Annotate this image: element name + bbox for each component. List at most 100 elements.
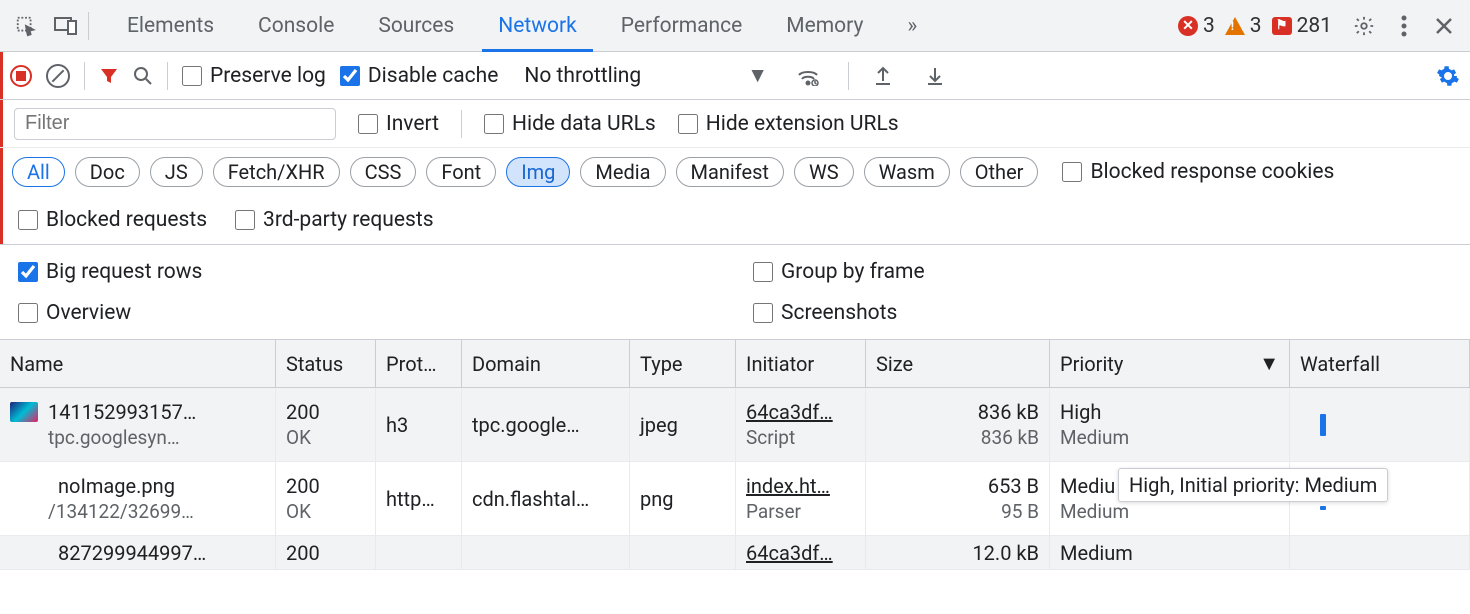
tab-elements[interactable]: Elements — [105, 0, 236, 52]
more-tabs-button[interactable]: » — [885, 0, 939, 52]
table-row[interactable]: 827299944997… 200 64ca3df… 12.0 kB Mediu… — [0, 536, 1470, 570]
chip-media[interactable]: Media — [580, 157, 665, 187]
type-filter-chips: All Doc JS Fetch/XHR CSS Font Img Media … — [0, 148, 1470, 196]
hide-data-urls-checkbox[interactable]: Hide data URLs — [484, 112, 656, 136]
cell-name: noImage.png /134122/32699… — [0, 462, 276, 535]
separator — [461, 110, 462, 138]
header-waterfall[interactable]: Waterfall — [1290, 340, 1470, 387]
settings-gear-icon[interactable] — [1346, 8, 1382, 44]
cell-initiator: 64ca3df… — [736, 536, 866, 569]
close-icon[interactable] — [1426, 8, 1462, 44]
chip-all[interactable]: All — [12, 157, 65, 187]
separator — [848, 62, 849, 90]
errors-badge[interactable]: ✕3 — [1178, 14, 1215, 38]
cell-priority: HighMedium — [1050, 388, 1290, 461]
cell-domain: cdn.flashtal… — [462, 462, 630, 535]
invert-checkbox[interactable]: Invert — [358, 112, 439, 136]
cell-status: 200 — [276, 536, 376, 569]
cell-domain: tpc.google… — [462, 388, 630, 461]
header-name[interactable]: Name — [0, 340, 276, 387]
waterfall-bar — [1320, 414, 1326, 436]
cell-protocol: h3 — [376, 388, 462, 461]
chip-fetch-xhr[interactable]: Fetch/XHR — [213, 157, 340, 187]
network-conditions-icon[interactable] — [796, 66, 820, 86]
status-badges: ✕3 !3 ⚑281 — [1178, 14, 1332, 38]
cell-status: 200OK — [276, 462, 376, 535]
inspect-icon[interactable] — [8, 8, 44, 44]
filter-bar: Invert Hide data URLs Hide extension URL… — [0, 100, 1470, 148]
search-icon[interactable] — [133, 66, 153, 86]
cell-type: png — [630, 462, 736, 535]
chip-img[interactable]: Img — [506, 157, 570, 187]
errors-count: 3 — [1203, 14, 1215, 38]
header-protocol[interactable]: Prot… — [376, 340, 462, 387]
filter-options-row: Blocked requests 3rd-party requests — [0, 196, 1470, 244]
cell-size: 653 B95 B — [866, 462, 1050, 535]
network-settings-icon[interactable] — [1436, 64, 1460, 88]
network-toolbar: Preserve log Disable cache No throttling… — [0, 52, 1470, 100]
cell-status: 200OK — [276, 388, 376, 461]
third-party-checkbox[interactable]: 3rd-party requests — [235, 208, 433, 232]
cell-type — [630, 536, 736, 569]
cell-domain — [462, 536, 630, 569]
separator — [167, 62, 168, 90]
tab-memory[interactable]: Memory — [764, 0, 885, 52]
filter-input[interactable] — [14, 108, 336, 140]
table-header: Name Status Prot… Domain Type Initiator … — [0, 340, 1470, 388]
group-by-frame-checkbox[interactable]: Group by frame — [753, 260, 1470, 284]
big-rows-checkbox[interactable]: Big request rows — [18, 260, 735, 284]
record-button[interactable] — [10, 65, 32, 87]
device-toggle-icon[interactable] — [48, 8, 84, 44]
tab-sources[interactable]: Sources — [356, 0, 476, 52]
cell-initiator: index.ht…Parser — [736, 462, 866, 535]
blocked-requests-checkbox[interactable]: Blocked requests — [18, 208, 207, 232]
chip-css[interactable]: CSS — [350, 157, 417, 187]
tab-network[interactable]: Network — [476, 0, 599, 52]
cell-name: 141152993157… tpc.googlesyn… — [0, 388, 276, 461]
header-size[interactable]: Size — [866, 340, 1050, 387]
table-row[interactable]: noImage.png /134122/32699… 200OK http… c… — [0, 462, 1470, 536]
upload-har-icon[interactable] — [873, 65, 893, 87]
throttling-select[interactable]: No throttling — [512, 64, 653, 88]
header-domain[interactable]: Domain — [462, 340, 630, 387]
issues-badge[interactable]: ⚑281 — [1272, 14, 1332, 38]
separator — [84, 62, 85, 90]
view-options: Big request rows Group by frame Overview… — [0, 244, 1470, 340]
cell-protocol — [376, 536, 462, 569]
separator — [88, 12, 89, 40]
warnings-count: 3 — [1250, 14, 1262, 38]
chip-ws[interactable]: WS — [794, 157, 854, 187]
clear-button[interactable] — [46, 64, 70, 88]
hide-extension-urls-checkbox[interactable]: Hide extension URLs — [678, 112, 899, 136]
cell-size: 836 kB836 kB — [866, 388, 1050, 461]
chip-other[interactable]: Other — [960, 157, 1039, 187]
cell-type: jpeg — [630, 388, 736, 461]
more-menu-icon[interactable] — [1386, 8, 1422, 44]
chip-font[interactable]: Font — [426, 157, 496, 187]
chip-manifest[interactable]: Manifest — [676, 157, 784, 187]
header-priority[interactable]: Priority▼ — [1050, 340, 1290, 387]
preserve-log-checkbox[interactable]: Preserve log — [182, 64, 326, 88]
table-row[interactable]: 141152993157… tpc.googlesyn… 200OK h3 tp… — [0, 388, 1470, 462]
disable-cache-checkbox[interactable]: Disable cache — [340, 64, 499, 88]
chip-doc[interactable]: Doc — [75, 157, 140, 187]
chip-wasm[interactable]: Wasm — [864, 157, 950, 187]
tab-console[interactable]: Console — [236, 0, 356, 52]
header-status[interactable]: Status — [276, 340, 376, 387]
header-type[interactable]: Type — [630, 340, 736, 387]
cell-name: 827299944997… — [0, 536, 276, 569]
warnings-badge[interactable]: !3 — [1225, 14, 1262, 38]
download-har-icon[interactable] — [925, 65, 945, 87]
header-initiator[interactable]: Initiator — [736, 340, 866, 387]
tab-performance[interactable]: Performance — [599, 0, 764, 52]
cell-size: 12.0 kB — [866, 536, 1050, 569]
cell-priority: Medium — [1050, 536, 1290, 569]
chip-js[interactable]: JS — [150, 157, 203, 187]
cell-waterfall — [1290, 388, 1470, 461]
filter-toggle-icon[interactable] — [99, 66, 119, 86]
overview-checkbox[interactable]: Overview — [18, 301, 735, 325]
screenshots-checkbox[interactable]: Screenshots — [753, 301, 1470, 325]
blocked-cookies-checkbox[interactable]: Blocked response cookies — [1062, 160, 1334, 184]
sort-indicator-icon: ▼ — [1259, 351, 1279, 376]
chevron-down-icon[interactable]: ▼ — [747, 64, 768, 88]
